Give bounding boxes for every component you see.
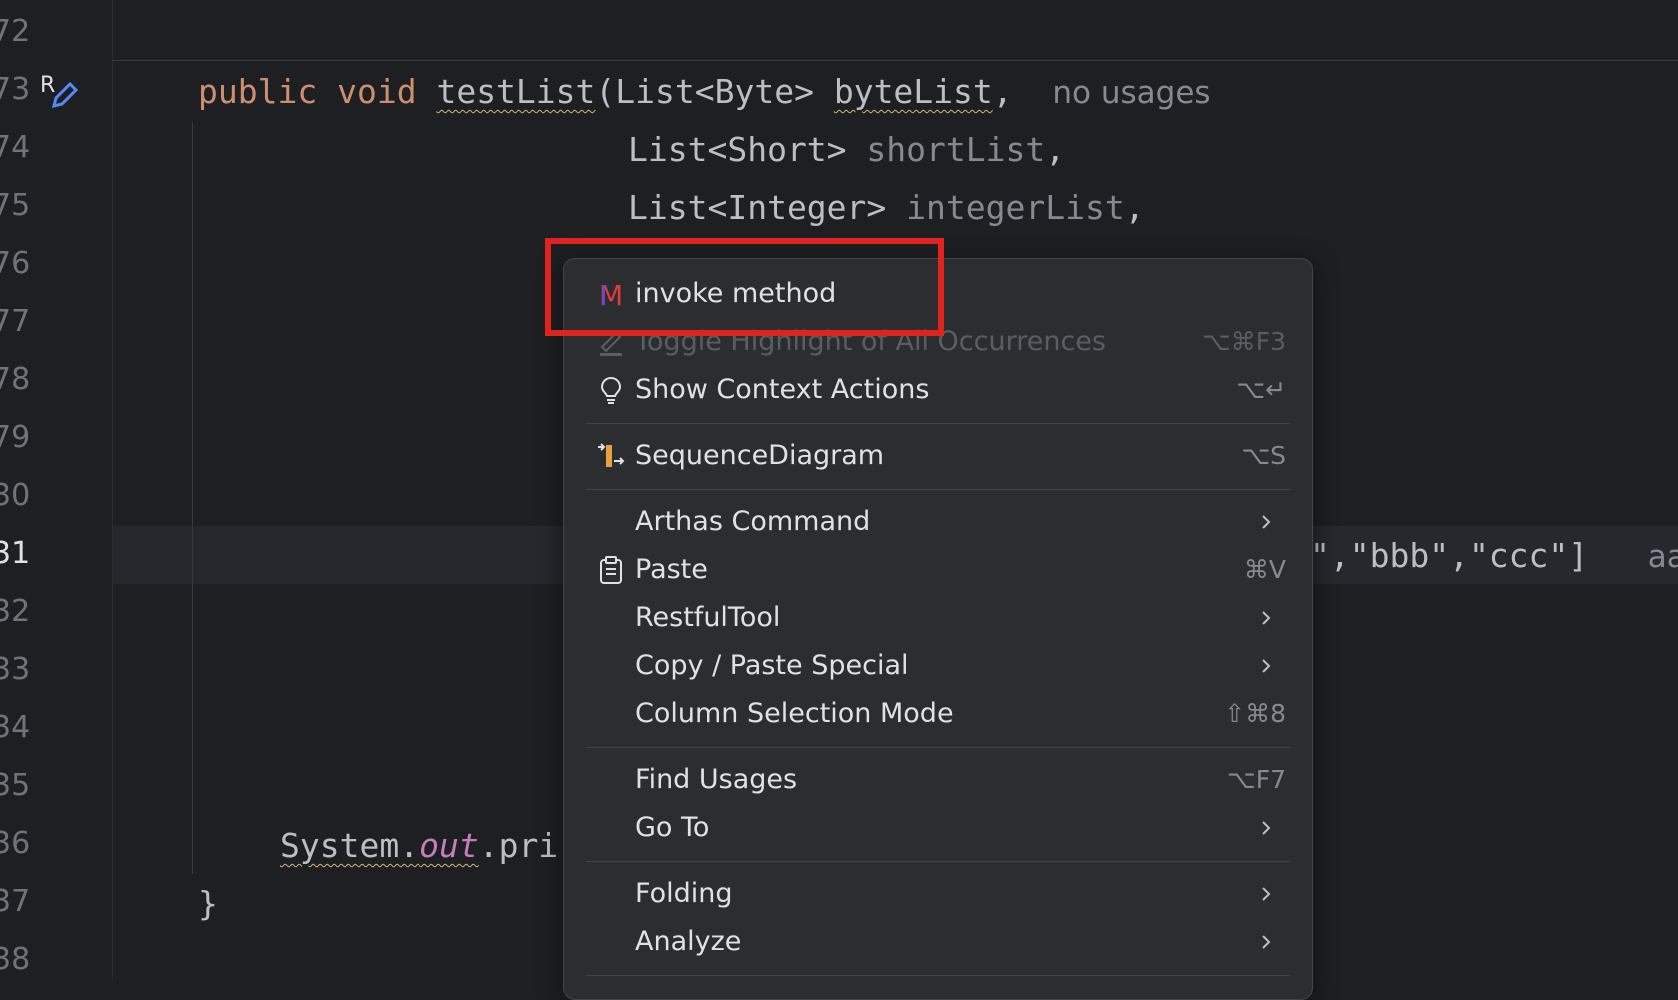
usage-hint[interactable]: no usages [1052,75,1210,111]
menu-item-shortcut: ⌥S [1241,441,1286,470]
method-call: .pri [478,826,559,865]
param-name: shortList [866,130,1046,169]
code-line-75[interactable]: List<Integer> integerList, [628,188,1145,228]
chevron-right-icon [1262,659,1271,673]
closing-brace: } [198,884,218,923]
menu-item-label: Analyze [635,926,742,957]
field-out: out [419,826,479,865]
menu-item-label: Arthas Command [635,506,871,537]
indent-guide [192,122,193,874]
menu-item-label: Paste [635,554,708,585]
dot: . [399,826,420,865]
menu-item-arthas-command[interactable]: Arthas Command [564,499,1312,545]
line-number: 36 [0,826,31,861]
menu-item-label: Column Selection Mode [635,698,954,729]
menu-item-copy-paste-special[interactable]: Copy / Paste Special [564,643,1312,689]
comma: , [992,72,1013,111]
menu-divider [586,861,1290,862]
editor-context-menu: M invoke method Toggle Highlight of All … [563,258,1313,1000]
menu-item-label: Copy / Paste Special [635,650,909,681]
line-number: 77 [0,304,31,339]
menu-item-column-selection-mode[interactable]: Column Selection Mode ⇧⌘8 [564,691,1312,737]
menu-item-shortcut: ⌥↵ [1236,375,1286,404]
param-name: integerList [906,188,1125,227]
menu-item-shortcut: ⌥⌘F3 [1201,327,1286,356]
param-name[interactable]: byteList [834,72,993,111]
menu-item-go-to[interactable]: Go To [564,805,1312,851]
svg-text:R: R [40,73,55,98]
chevron-right-icon [1262,887,1271,901]
menu-item-label: Go To [635,812,710,843]
param-type: List<Integer> [628,188,907,227]
line-number: 38 [0,942,31,977]
line-number: 34 [0,710,31,745]
line-number: 79 [0,420,31,455]
line-number-gutter: 72 73 74 75 76 77 78 79 30 31 32 33 34 3… [0,0,113,980]
menu-divider [586,747,1290,748]
method-separator [113,60,1678,61]
annotation-highlight-box [545,238,944,336]
line-number: 33 [0,652,31,687]
menu-item-shortcut: ⌥F7 [1226,765,1286,794]
line-number: 30 [0,478,31,513]
line-number: 75 [0,188,31,223]
comma: , [1124,188,1145,227]
string-array: ","bbb","ccc"] [1310,536,1589,575]
line-number: 74 [0,130,31,165]
menu-item-analyze[interactable]: Analyze [564,919,1312,965]
comma: , [1045,130,1066,169]
menu-item-find-usages[interactable]: Find Usages ⌥F7 [564,757,1312,803]
chevron-right-icon [1262,821,1271,835]
menu-item-label: SequenceDiagram [635,440,885,471]
keyword-void: void [337,72,417,111]
menu-item-restfultool[interactable]: RestfulTool [564,595,1312,641]
menu-item-sequence-diagram[interactable]: SequenceDiagram ⌥S [564,433,1312,479]
line-number: 37 [0,884,31,919]
code-line-37[interactable]: } [198,884,218,924]
menu-divider [586,489,1290,490]
line-number: 72 [0,14,31,49]
code-line-31-tail[interactable]: ","bbb","ccc"] aa [1310,536,1678,577]
line-number: 78 [0,362,31,397]
menu-item-label: Show Context Actions [635,374,930,405]
line-number: 32 [0,594,31,629]
menu-divider [586,423,1290,424]
menu-item-shortcut: ⌘V [1243,555,1286,584]
class-system: System [280,826,400,865]
menu-divider [586,975,1290,976]
method-name[interactable]: testList [436,72,595,111]
chevron-right-icon [1262,515,1271,529]
clipboard-icon [596,553,626,587]
chevron-right-icon [1262,935,1271,949]
line-number: 76 [0,246,31,281]
code-line-73[interactable]: public void testList(List<Byte> byteList… [198,72,1211,113]
menu-item-show-context-actions[interactable]: Show Context Actions ⌥↵ [564,367,1312,413]
code-line-74[interactable]: List<Short> shortList, [628,130,1065,170]
sequence-diagram-icon [596,439,626,473]
inline-hint: aa [1647,539,1678,575]
chevron-right-icon [1262,611,1271,625]
menu-item-folding[interactable]: Folding [564,871,1312,917]
menu-item-shortcut: ⇧⌘8 [1224,699,1286,728]
code-line-36[interactable]: System.out.pri [280,826,558,866]
line-number-current: 31 [0,536,31,571]
menu-item-label: Folding [635,878,733,909]
menu-item-label: RestfulTool [635,602,781,633]
rename-refactoring-icon[interactable]: R [38,70,80,112]
param-type: List<Short> [628,130,867,169]
line-number: 35 [0,768,31,803]
keyword-public: public [198,72,318,111]
param-type: (List<Byte> [595,72,834,111]
lightbulb-icon [596,373,626,407]
menu-item-paste[interactable]: Paste ⌘V [564,547,1312,593]
menu-item-label: Find Usages [635,764,798,795]
